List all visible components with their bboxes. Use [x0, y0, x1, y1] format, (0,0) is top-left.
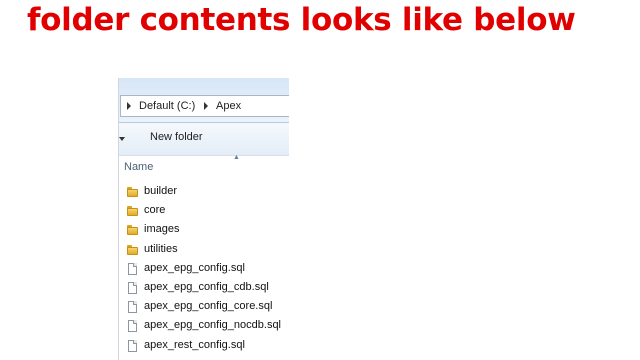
- dropdown-arrow-icon[interactable]: [119, 137, 125, 141]
- breadcrumb[interactable]: Default (C:) Apex: [120, 95, 289, 117]
- folder-icon: [127, 206, 138, 217]
- new-folder-button[interactable]: New folder: [150, 131, 203, 143]
- file-icon: [128, 339, 137, 352]
- breadcrumb-chevron-icon[interactable]: [127, 102, 131, 110]
- file-icon: [128, 320, 137, 333]
- column-header-name[interactable]: ▲ Name: [119, 154, 289, 178]
- list-item-name: core: [144, 204, 166, 217]
- list-item-name: utilities: [144, 242, 178, 255]
- folder-icon: [127, 244, 138, 255]
- list-item[interactable]: apex_rest_config.sql: [119, 337, 289, 356]
- breadcrumb-item-drive[interactable]: Default (C:): [139, 96, 195, 116]
- list-item-name: apex_epg_config_core.sql: [144, 300, 273, 313]
- file-list: builder core images utilities apex_epg_confi…: [119, 183, 289, 356]
- list-item-name: builder: [144, 185, 178, 197]
- list-item-name: apex_rest_config.sql: [144, 338, 245, 351]
- column-header-label: Name: [124, 161, 154, 173]
- toolbar: New folder: [119, 123, 289, 156]
- sort-ascending-icon: ▲: [233, 154, 240, 161]
- address-bar: Default (C:) Apex: [119, 78, 289, 123]
- list-item-name: images: [144, 223, 180, 236]
- folder-icon: [127, 225, 138, 236]
- list-item[interactable]: core: [119, 202, 289, 221]
- file-icon: [128, 281, 137, 294]
- folder-icon: [127, 187, 138, 197]
- file-icon: [128, 301, 137, 314]
- list-item-name: apex_epg_config_cdb.sql: [144, 280, 269, 293]
- list-item[interactable]: utilities: [119, 241, 289, 260]
- breadcrumb-item-folder[interactable]: Apex: [216, 96, 241, 116]
- list-item[interactable]: apex_epg_config_core.sql: [119, 298, 289, 317]
- list-item-name: apex_epg_config_nocdb.sql: [144, 319, 282, 332]
- slide-title: folder contents looks like below: [27, 2, 576, 38]
- list-item[interactable]: apex_epg_config.sql: [119, 260, 289, 279]
- list-item[interactable]: apex_epg_config_cdb.sql: [119, 279, 289, 298]
- list-item-name: apex_epg_config.sql: [144, 261, 245, 274]
- list-item[interactable]: images: [119, 221, 289, 240]
- file-icon: [128, 262, 137, 275]
- breadcrumb-chevron-icon[interactable]: [204, 102, 208, 110]
- explorer-window: Default (C:) Apex New folder ▲ Name buil…: [118, 78, 289, 360]
- list-item[interactable]: builder: [119, 183, 289, 202]
- list-item[interactable]: apex_epg_config_nocdb.sql: [119, 317, 289, 336]
